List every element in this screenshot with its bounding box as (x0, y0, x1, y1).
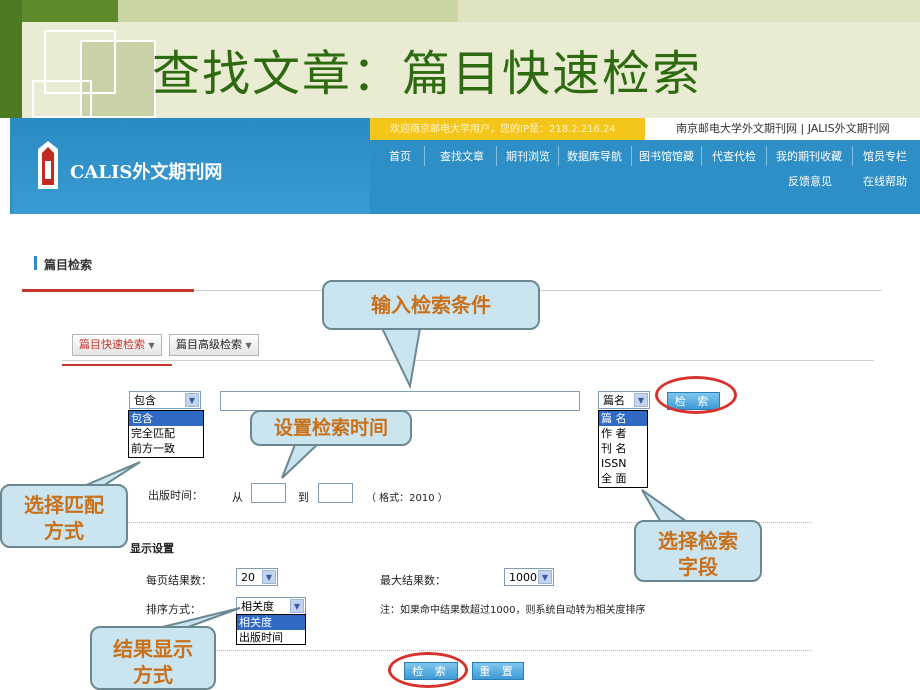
callout-text: 方式 (133, 663, 173, 687)
callout-set-time: 设置检索时间 (250, 410, 412, 446)
callout-text: 方式 (44, 519, 84, 543)
callout-text: 选择检索 (658, 529, 738, 553)
callout-pointers (69, 327, 694, 631)
callout-search-field: 选择检索 字段 (634, 520, 762, 582)
callout-text: 设置检索时间 (273, 417, 388, 439)
callout-text: 字段 (678, 555, 718, 579)
callout-text: 结果显示 (113, 637, 193, 661)
callout-input-conditions: 输入检索条件 (322, 280, 540, 330)
callout-text: 输入检索条件 (371, 293, 491, 317)
callout-text: 选择匹配 (24, 493, 104, 517)
callout-match-mode: 选择匹配 方式 (0, 484, 128, 548)
callout-result-display: 结果显示 方式 (90, 626, 216, 690)
